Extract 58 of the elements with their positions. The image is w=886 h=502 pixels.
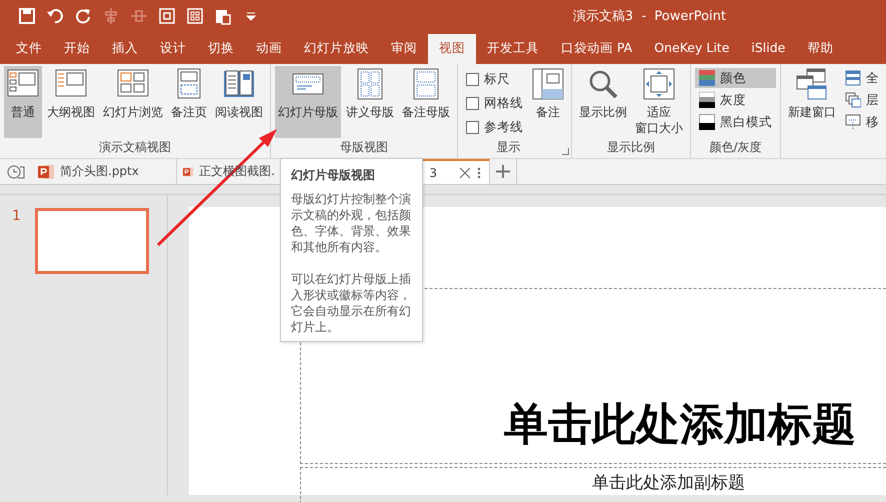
close-icon[interactable]: [459, 166, 471, 178]
ribbon-button[interactable]: 普通: [4, 66, 42, 138]
ribbon-button[interactable]: 幻灯片母版: [275, 66, 341, 138]
ribbon-tab[interactable]: 文件: [5, 34, 53, 64]
tooltip-title: 幻灯片母版视图: [291, 167, 376, 184]
ribbon-tab[interactable]: 开发工具: [476, 34, 550, 64]
subtitle-placeholder[interactable]: 单击此处添加副标题: [300, 467, 886, 502]
window-title: 演示文稿3 - PowerPoint: [572, 8, 726, 25]
checkbox[interactable]: 网格线: [462, 92, 527, 114]
ribbon-tab[interactable]: 视图: [428, 34, 476, 64]
paste-icon[interactable]: [214, 7, 232, 25]
group-label: 演示文稿视图: [98, 139, 172, 156]
dialog-launcher-icon[interactable]: [562, 148, 569, 155]
checkbox[interactable]: 参考线: [462, 116, 527, 138]
ribbon-tab[interactable]: iSlide: [740, 34, 796, 64]
undo-icon[interactable]: [46, 7, 64, 25]
group-label: 显示: [496, 139, 522, 156]
ribbon-tab[interactable]: 审阅: [380, 34, 428, 64]
ribbon-button[interactable]: 层: [841, 90, 883, 110]
ribbon-tab[interactable]: 帮助: [796, 34, 844, 64]
grid-icon[interactable]: [186, 7, 204, 25]
ribbon-button[interactable]: 幻灯片浏览: [100, 66, 166, 138]
ribbon-button[interactable]: 备注: [529, 66, 567, 138]
ribbon-button[interactable]: 大纲视图: [44, 66, 98, 138]
ribbon-tab[interactable]: 设计: [149, 34, 197, 64]
slide-number: 1: [12, 208, 21, 226]
zoom-icon: [587, 68, 619, 100]
reading-icon: [223, 68, 255, 100]
group-label: 显示比例: [606, 139, 656, 156]
ribbon-button[interactable]: 颜色: [695, 68, 776, 88]
ribbon-tab[interactable]: OneKey Lite: [643, 34, 740, 64]
more-icon[interactable]: [477, 166, 481, 178]
tooltip-text: 母版幻灯片控制整个演示文稿的外观，包括颜色、字体、背景、效果和其他所有内容。: [291, 191, 412, 255]
redo-icon[interactable]: [74, 7, 92, 25]
powerpoint-file-icon: [38, 164, 54, 180]
slide-thumbnail[interactable]: [34, 208, 149, 274]
save-icon[interactable]: [18, 7, 36, 25]
checkbox[interactable]: 标尺: [462, 68, 527, 90]
ribbon-button[interactable]: 显示比例: [576, 66, 630, 138]
ribbon-button[interactable]: 备注母版: [399, 66, 453, 138]
ribbon-button[interactable]: 新建窗口: [785, 66, 839, 138]
ribbon-button[interactable]: 黑白模式: [695, 112, 776, 132]
ribbon-button[interactable]: 讲义母版: [343, 66, 397, 138]
document-tab[interactable]: 简介头图.pptx: [32, 159, 177, 184]
ribbon-button[interactable]: 全: [841, 68, 883, 88]
ribbon-tab[interactable]: 动画: [245, 34, 293, 64]
group-label: 母版视图: [339, 139, 389, 156]
ribbon-button[interactable]: 灰度: [695, 90, 776, 110]
ribbon-button[interactable]: 适应 窗口大小: [632, 66, 686, 138]
ribbon-button[interactable]: 备注页: [168, 66, 210, 138]
ribbon-tab[interactable]: 口袋动画 PA: [550, 34, 644, 64]
ribbon-tab[interactable]: 开始: [53, 34, 101, 64]
ribbon-button[interactable]: 阅读视图: [212, 66, 266, 138]
ribbon-tab[interactable]: 插入: [101, 34, 149, 64]
ribbon-tab[interactable]: 幻灯片放映: [293, 34, 380, 64]
ribbon-tab[interactable]: 切换: [197, 34, 245, 64]
group-label: 颜色/灰度: [708, 139, 763, 156]
ribbon-button[interactable]: 移: [841, 112, 883, 132]
